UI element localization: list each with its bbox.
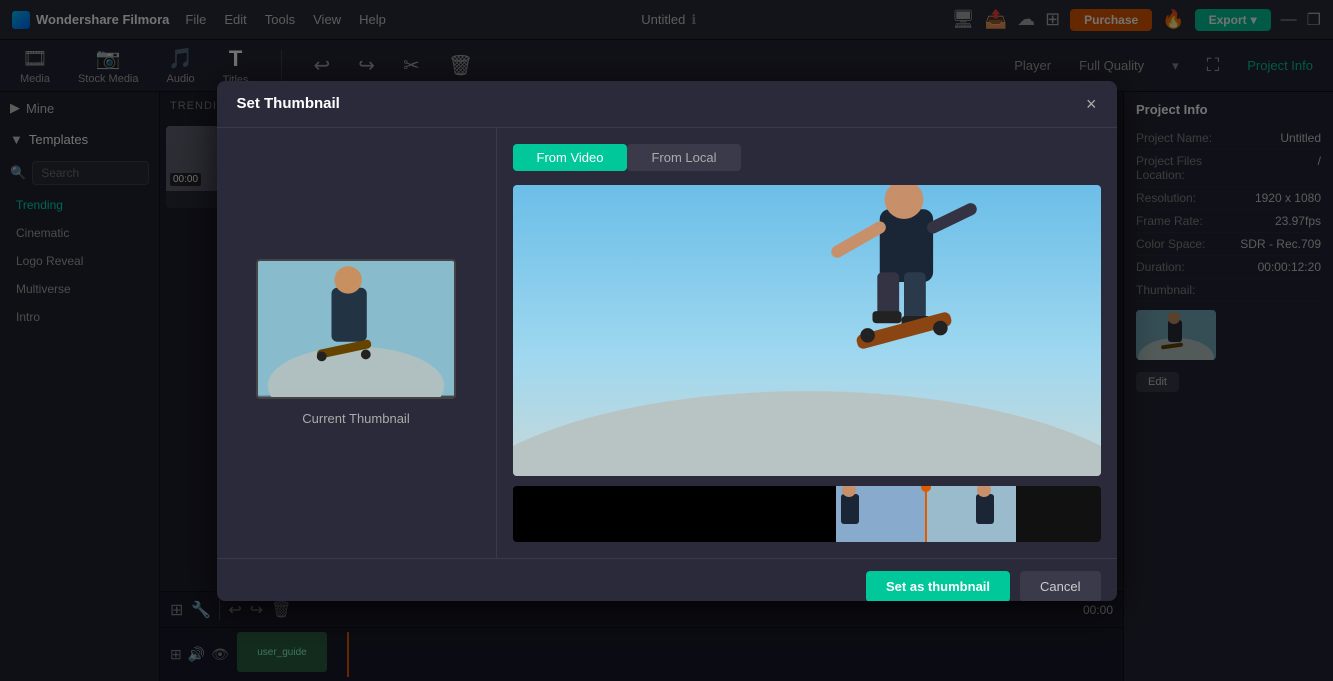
modal-left-panel: Current Thumbnail (217, 128, 497, 558)
modal-right-panel: From Video From Local (497, 128, 1117, 558)
scrub-frame1-svg (836, 486, 926, 542)
current-thumbnail-box (256, 259, 456, 399)
current-thumb-svg (258, 259, 454, 397)
modal-overlay: Set Thumbnail × (0, 0, 1333, 681)
modal-close-button[interactable]: × (1086, 95, 1097, 113)
modal-header: Set Thumbnail × (217, 81, 1117, 128)
tab-from-local[interactable]: From Local (627, 144, 740, 171)
modal-footer: Set as thumbnail Cancel (217, 558, 1117, 601)
video-preview-box (513, 185, 1101, 476)
current-thumbnail-image (258, 261, 454, 397)
scrub-frame-1 (836, 486, 926, 542)
scrub-black-region (513, 486, 836, 542)
current-thumbnail-label: Current Thumbnail (302, 411, 409, 426)
modal-title: Set Thumbnail (237, 95, 340, 112)
scrub-bar[interactable] (513, 486, 1101, 542)
scrub-frame-2 (926, 486, 1016, 542)
scrub-needle (925, 486, 927, 542)
scrub-needle-top (921, 486, 931, 492)
set-as-thumbnail-button[interactable]: Set as thumbnail (866, 571, 1010, 601)
scrub-frame2-svg (926, 486, 1016, 542)
modal-tabs: From Video From Local (513, 144, 1101, 171)
video-frame-svg (513, 185, 1101, 476)
modal-body: Current Thumbnail From Video From Local (217, 128, 1117, 558)
tab-from-video[interactable]: From Video (513, 144, 628, 171)
set-thumbnail-modal: Set Thumbnail × (217, 81, 1117, 601)
cancel-button[interactable]: Cancel (1020, 571, 1100, 601)
